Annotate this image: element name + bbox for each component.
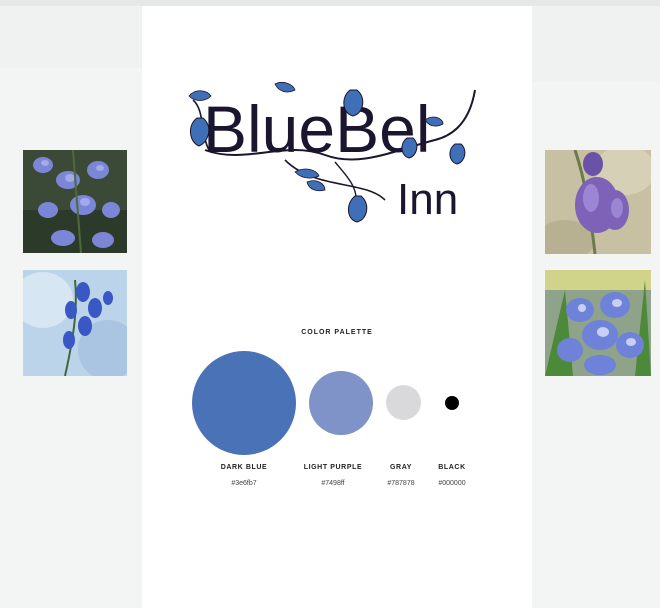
bluebel-inn-logo: BlueBel Inn bbox=[185, 80, 485, 240]
logo-wordmark-inn: Inn bbox=[397, 175, 458, 224]
swatch-hex-dark-blue: #3e6fb7 bbox=[231, 480, 257, 487]
swatch-label-black: BLACK bbox=[438, 464, 466, 471]
bluebell-photo-bottom-right bbox=[545, 270, 651, 376]
palette-title: COLOR PALETTE bbox=[301, 329, 373, 336]
bluebell-photo-top-right bbox=[545, 150, 651, 254]
swatch-label-dark-blue: DARK BLUE bbox=[220, 464, 268, 471]
bluebell-photo-bottom-left bbox=[23, 270, 127, 376]
swatch-hex-black: #000000 bbox=[438, 480, 466, 487]
swatch-black bbox=[445, 396, 459, 410]
bluebell-photo-top-left bbox=[23, 150, 127, 253]
swatch-light-purple bbox=[309, 371, 373, 435]
swatch-gray bbox=[386, 385, 421, 420]
swatch-dark-blue bbox=[192, 351, 296, 455]
logo-wordmark-bluebel: BlueBel bbox=[203, 92, 431, 166]
